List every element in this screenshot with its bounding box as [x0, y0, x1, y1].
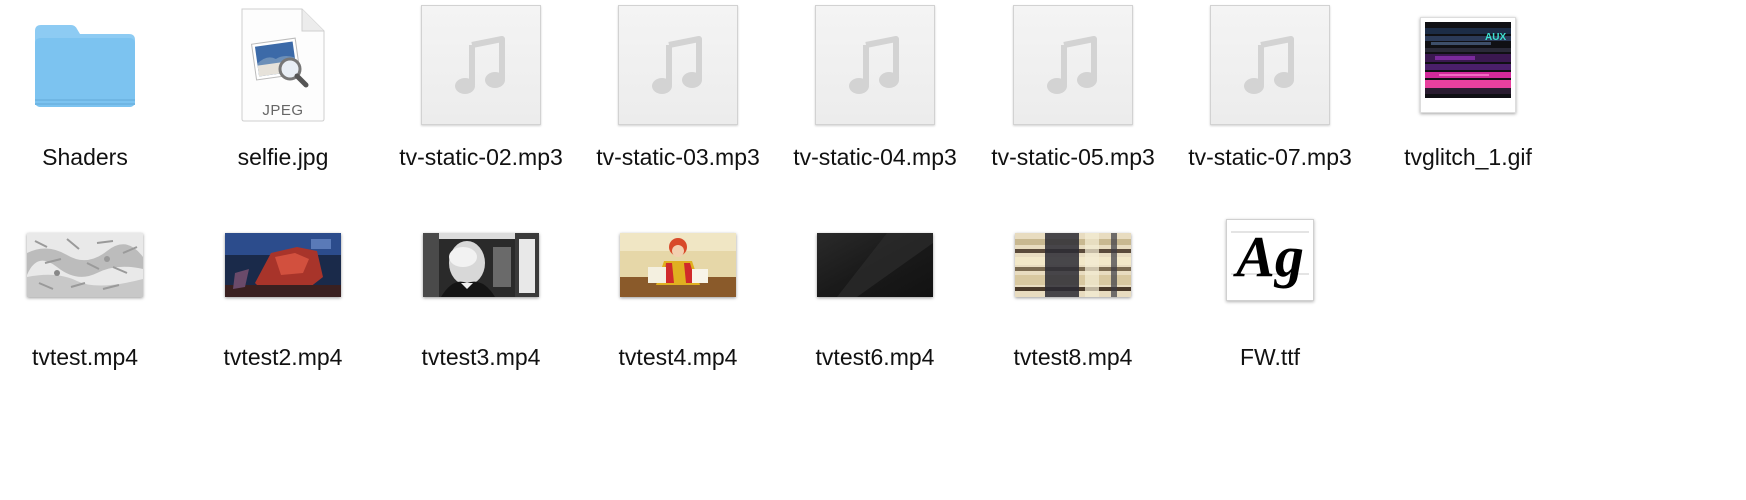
video-thumbnail — [817, 233, 933, 297]
file-item-selfie[interactable]: JPEG selfie.jpg — [173, 0, 393, 200]
thumbnail: JPEG — [173, 0, 393, 130]
file-name: tvtest2.mp4 — [223, 344, 343, 370]
music-note-icon — [1013, 5, 1133, 125]
file-item-tv-static-02[interactable]: tv-static-02.mp3 — [371, 0, 591, 200]
file-item-tvglitch-1[interactable]: AUX tvglitch_1.gif — [1358, 0, 1578, 200]
file-name: tvtest4.mp4 — [618, 344, 738, 370]
thumbnail — [765, 200, 985, 330]
file-name: tvtest3.mp4 — [421, 344, 541, 370]
font-file-icon: Ag — [1226, 219, 1314, 301]
music-note-icon — [618, 5, 738, 125]
file-name: tvtest6.mp4 — [815, 344, 935, 370]
file-item-shaders[interactable]: Shaders — [0, 0, 195, 200]
thumbnail — [963, 200, 1183, 330]
file-name: tvtest.mp4 — [31, 344, 139, 370]
thumbnail — [568, 0, 788, 130]
thumbnail — [1160, 0, 1380, 130]
font-glyph-preview: Ag — [1233, 224, 1304, 289]
file-item-tv-static-04[interactable]: tv-static-04.mp3 — [765, 0, 985, 200]
jpeg-file-icon: JPEG — [236, 5, 330, 125]
video-thumbnail — [225, 233, 341, 297]
file-name: Shaders — [42, 144, 128, 170]
file-item-tvtest6[interactable]: tvtest6.mp4 — [765, 200, 985, 400]
file-item-tvtest8[interactable]: tvtest8.mp4 — [963, 200, 1183, 400]
file-item-tv-static-07[interactable]: tv-static-07.mp3 — [1160, 0, 1380, 200]
file-name: tv-static-03.mp3 — [596, 144, 760, 170]
file-item-tvtest[interactable]: tvtest.mp4 — [0, 200, 195, 400]
thumbnail — [568, 200, 788, 330]
finder-icon-view: Shaders JPEG selfie.jpg tv-static-02.mp3… — [0, 0, 1746, 500]
thumbnail — [371, 0, 591, 130]
video-thumbnail — [1015, 233, 1131, 297]
file-item-tvtest2[interactable]: tvtest2.mp4 — [173, 200, 393, 400]
gif-thumbnail: AUX — [1420, 17, 1516, 113]
video-thumbnail — [620, 233, 736, 297]
file-item-tvtest4[interactable]: tvtest4.mp4 — [568, 200, 788, 400]
file-type-badge: JPEG — [262, 102, 304, 119]
gif-overlay-text: AUX — [1485, 32, 1506, 43]
file-name: tvglitch_1.gif — [1404, 144, 1532, 170]
thumbnail — [765, 0, 985, 130]
file-name: tv-static-02.mp3 — [399, 144, 563, 170]
folder-icon — [0, 0, 195, 130]
thumbnail — [963, 0, 1183, 130]
thumbnail — [173, 200, 393, 330]
file-name: selfie.jpg — [237, 144, 329, 170]
thumbnail — [371, 200, 591, 330]
video-thumbnail — [423, 233, 539, 297]
file-item-fw-ttf[interactable]: Ag FW.ttf — [1160, 200, 1380, 400]
file-name: tv-static-07.mp3 — [1188, 144, 1352, 170]
thumbnail: Ag — [1160, 200, 1380, 320]
music-note-icon — [421, 5, 541, 125]
music-note-icon — [815, 5, 935, 125]
music-note-icon — [1210, 5, 1330, 125]
thumbnail — [0, 200, 195, 330]
thumbnail: AUX — [1358, 0, 1578, 130]
file-item-tv-static-05[interactable]: tv-static-05.mp3 — [963, 0, 1183, 200]
file-name: FW.ttf — [1239, 344, 1301, 370]
file-name: tv-static-05.mp3 — [991, 144, 1155, 170]
video-thumbnail — [27, 233, 143, 297]
file-item-tv-static-03[interactable]: tv-static-03.mp3 — [568, 0, 788, 200]
file-item-tvtest3[interactable]: tvtest3.mp4 — [371, 200, 591, 400]
file-name: tvtest8.mp4 — [1013, 344, 1133, 370]
file-name: tv-static-04.mp3 — [793, 144, 957, 170]
